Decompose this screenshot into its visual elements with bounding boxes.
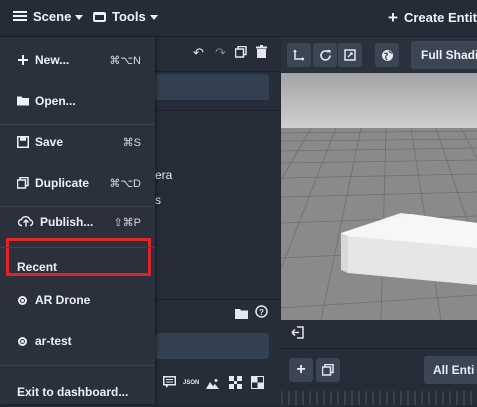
folder-icon	[17, 95, 29, 107]
chevron-down-icon	[75, 15, 84, 20]
menu-item-shortcut: ⌘⌥N	[109, 55, 141, 67]
menu-item-label: Duplicate	[35, 176, 90, 190]
shading-mode-select[interactable]: Full Shadi	[411, 41, 477, 69]
recent-heading: Recent	[17, 260, 58, 274]
scene-menu-label: Scene	[33, 9, 72, 24]
scale-tool-button[interactable]	[338, 43, 362, 67]
help-icon[interactable]: ?	[255, 305, 268, 321]
menu-divider	[0, 365, 155, 366]
exit-icon[interactable]	[291, 326, 304, 344]
scene-dropdown-menu: New... ⌘⌥N Open... Save ⌘S Duplicate ⌘⌥D…	[0, 37, 155, 404]
plus-icon: +	[388, 8, 398, 27]
hierarchy-toolbar: ↶ ↷	[155, 37, 280, 72]
hierarchy-panel: ↶ ↷ era s ? JSON	[155, 37, 280, 404]
plus-icon: +	[296, 361, 306, 378]
menu-item-new[interactable]: New... ⌘⌥N	[0, 45, 155, 75]
translate-icon	[293, 49, 305, 61]
tools-menu-label: Tools	[112, 9, 146, 24]
menu-item-open[interactable]: Open...	[0, 86, 155, 116]
viewport-toolbar: Full Shadi	[281, 37, 477, 73]
create-entity-button[interactable]: + Create Entit	[388, 9, 477, 26]
hierarchy-search-input[interactable]	[155, 74, 269, 100]
undo-icon[interactable]: ↶	[193, 45, 204, 61]
rotate-icon	[319, 49, 331, 61]
asset-toolbar: JSON	[155, 368, 280, 404]
timeline-ruler[interactable]	[281, 391, 477, 405]
recent-item-ar-drone[interactable]: AR Drone	[0, 285, 155, 315]
duplicate-icon	[16, 176, 29, 189]
viewport-footer	[281, 320, 477, 348]
menu-item-exit-dashboard[interactable]: Exit to dashboard...	[0, 377, 155, 407]
hierarchy-item-camera[interactable]: era	[155, 168, 172, 182]
menu-divider	[0, 124, 155, 125]
divider	[155, 299, 280, 300]
recent-scene-icon	[18, 296, 27, 305]
translate-tool-button[interactable]	[287, 43, 311, 67]
checker-icon[interactable]	[251, 376, 264, 392]
redo-icon[interactable]: ↷	[215, 45, 226, 61]
menu-divider	[0, 247, 155, 248]
folder-icon[interactable]	[235, 307, 248, 322]
scene-menu-button[interactable]: Scene	[13, 9, 84, 24]
menu-item-label: Publish...	[40, 215, 94, 229]
entities-panel: + All Enti	[281, 348, 477, 405]
grid-icon[interactable]	[229, 376, 242, 392]
menu-item-label: New...	[35, 53, 70, 67]
window-icon	[93, 11, 106, 22]
json-icon[interactable]: JSON	[183, 380, 199, 386]
duplicate-icon	[322, 364, 334, 376]
entities-filter-select[interactable]: All Enti	[424, 356, 477, 384]
globe-icon	[381, 49, 393, 61]
comment-icon[interactable]	[163, 376, 176, 391]
recent-item-label: AR Drone	[35, 293, 91, 307]
menu-item-shortcut: ⌘S	[122, 137, 141, 149]
rotate-tool-button[interactable]	[313, 43, 337, 67]
scene-render	[281, 73, 477, 320]
menu-item-shortcut: ⇧⌘P	[113, 217, 141, 229]
recent-item-label: ar-test	[35, 334, 72, 348]
scale-icon	[344, 49, 356, 61]
hierarchy-item-lights[interactable]: s	[155, 193, 161, 207]
recent-item-ar-test[interactable]: ar-test	[0, 326, 155, 356]
menu-item-label: Exit to dashboard...	[17, 385, 129, 399]
cloud-upload-icon	[17, 215, 34, 227]
menu-item-label: Save	[35, 135, 64, 149]
duplicate-entity-button[interactable]	[316, 358, 340, 382]
add-entity-button[interactable]: +	[289, 358, 313, 382]
menu-item-duplicate[interactable]: Duplicate ⌘⌥D	[0, 168, 155, 198]
trash-icon[interactable]	[256, 45, 267, 61]
menu-item-label: Open...	[35, 94, 76, 108]
menu-item-save[interactable]: Save ⌘S	[0, 127, 155, 157]
asset-search-input[interactable]	[155, 333, 269, 359]
chevron-down-icon	[149, 15, 158, 20]
duplicate-icon[interactable]	[234, 45, 247, 61]
svg-text:?: ?	[259, 308, 264, 317]
tools-menu-button[interactable]: Tools	[93, 9, 158, 24]
world-space-button[interactable]	[375, 43, 399, 67]
menu-item-shortcut: ⌘⌥D	[109, 178, 141, 190]
top-bar: Scene Tools + Create Entit	[0, 0, 477, 37]
plus-icon	[17, 54, 29, 66]
save-icon	[17, 136, 29, 148]
menu-item-publish[interactable]: Publish... ⇧⌘P	[0, 207, 155, 237]
scene-viewport[interactable]	[281, 73, 477, 320]
image-icon[interactable]	[206, 377, 219, 392]
create-entity-label: Create Entit	[403, 10, 477, 25]
recent-scene-icon	[18, 337, 27, 346]
divider	[155, 110, 280, 111]
hamburger-icon	[13, 11, 27, 22]
